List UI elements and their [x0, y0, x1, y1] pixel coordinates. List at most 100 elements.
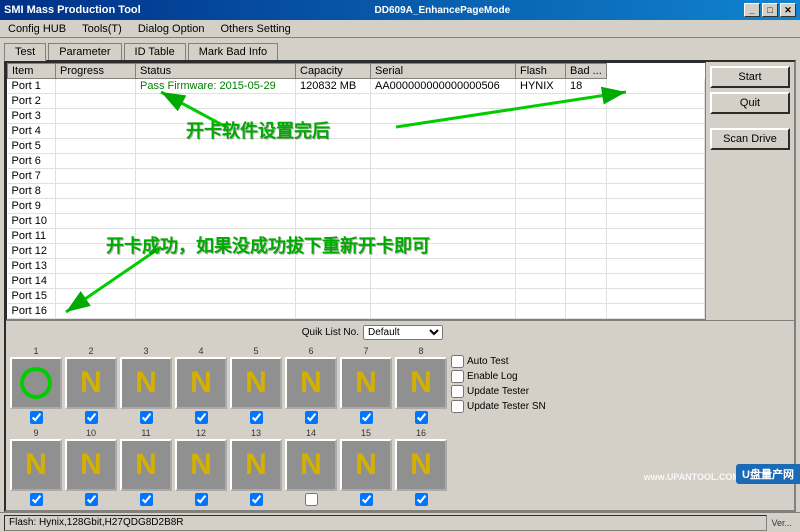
quit-button[interactable]: Quit — [710, 92, 790, 114]
port-icon[interactable]: N — [120, 439, 172, 491]
right-title: DD609A_EnhancePageMode — [375, 5, 511, 16]
col-item: Item — [8, 64, 56, 79]
port-n-indicator: N — [80, 450, 102, 480]
port-icon[interactable]: N — [395, 357, 447, 409]
port-checkbox[interactable] — [195, 493, 208, 506]
col-status: Status — [136, 64, 296, 79]
port-number-label: 16 — [416, 428, 426, 438]
port-n-indicator: N — [25, 450, 47, 480]
table-row: Port 6 — [8, 154, 705, 169]
port-number-label: 2 — [88, 346, 93, 356]
port-icon[interactable]: N — [340, 439, 392, 491]
table-row: Port 5 — [8, 139, 705, 154]
menu-others-setting[interactable]: Others Setting — [216, 22, 294, 36]
port-checkbox[interactable] — [85, 493, 98, 506]
table-row: Port 9 — [8, 199, 705, 214]
port-checkbox[interactable] — [360, 411, 373, 424]
port-checkbox[interactable] — [30, 411, 43, 424]
menu-dialog-option[interactable]: Dialog Option — [134, 22, 209, 36]
port-checkbox[interactable] — [85, 411, 98, 424]
port-cell: 8N — [395, 346, 447, 424]
tab-test[interactable]: Test — [4, 43, 46, 61]
update-tester-checkbox[interactable] — [451, 385, 464, 398]
port-checkbox[interactable] — [250, 493, 263, 506]
port-number-label: 8 — [418, 346, 423, 356]
checkbox-options: Auto Test Enable Log Update Tester Updat… — [451, 325, 551, 506]
port-number-label: 13 — [251, 428, 261, 438]
table-row: Port 4 — [8, 124, 705, 139]
main-panel: Item Progress Status Capacity Serial Fla… — [4, 60, 796, 512]
menu-bar: Config HUB Tools(T) Dialog Option Others… — [0, 20, 800, 38]
port-checkbox[interactable] — [305, 493, 318, 506]
enable-log-checkbox[interactable] — [451, 370, 464, 383]
start-button[interactable]: Start — [710, 66, 790, 88]
port-n-indicator: N — [135, 368, 157, 398]
port-n-indicator: N — [410, 450, 432, 480]
port-icon[interactable]: N — [340, 357, 392, 409]
version-text: Ver... — [767, 518, 796, 528]
port-checkbox[interactable] — [415, 493, 428, 506]
table-row: Port 2 — [8, 94, 705, 109]
menu-tools[interactable]: Tools(T) — [78, 22, 126, 36]
port-icon[interactable]: N — [285, 439, 337, 491]
port-checkbox[interactable] — [415, 411, 428, 424]
col-bad: Bad ... — [566, 64, 607, 79]
app-window: SMI Mass Production Tool DD609A_EnhanceP… — [0, 0, 800, 504]
port-icon[interactable]: N — [230, 357, 282, 409]
col-progress: Progress — [56, 64, 136, 79]
port-n-indicator: N — [190, 450, 212, 480]
port-number-label: 15 — [361, 428, 371, 438]
port-checkbox[interactable] — [250, 411, 263, 424]
port-number-label: 11 — [141, 428, 150, 438]
port-icon[interactable]: N — [395, 439, 447, 491]
port-cell: 12 N — [175, 428, 227, 506]
port-n-indicator: N — [355, 450, 377, 480]
port-cell: 14N — [285, 428, 337, 506]
port-icon[interactable]: N — [120, 357, 172, 409]
port-checkbox[interactable] — [305, 411, 318, 424]
port-number-label: 5 — [253, 346, 258, 356]
port-number-label: 12 — [196, 428, 206, 438]
port-icon[interactable]: N — [285, 357, 337, 409]
port-cell: 9N — [10, 428, 62, 506]
port-icon[interactable]: N — [175, 357, 227, 409]
port-cell: 16 N — [395, 428, 447, 506]
right-panel: Start Quit Scan Drive — [706, 62, 794, 320]
quik-select[interactable]: Default — [363, 325, 443, 340]
port-checkbox[interactable] — [140, 493, 153, 506]
port-checkbox[interactable] — [30, 493, 43, 506]
port-cell: 5N — [230, 346, 282, 424]
enable-log-row: Enable Log — [451, 370, 551, 383]
close-button[interactable]: ✕ — [780, 3, 796, 17]
port-table[interactable]: Item Progress Status Capacity Serial Fla… — [6, 62, 706, 320]
port-checkbox[interactable] — [360, 493, 373, 506]
port-cell: 15 N — [340, 428, 392, 506]
tab-mark-bad-info[interactable]: Mark Bad Info — [188, 43, 278, 61]
port-icon[interactable]: N — [65, 357, 117, 409]
tab-id-table[interactable]: ID Table — [124, 43, 186, 61]
port-icon[interactable]: N — [175, 439, 227, 491]
port-number-label: 7 — [363, 346, 368, 356]
col-serial: Serial — [371, 64, 516, 79]
tab-parameter[interactable]: Parameter — [48, 43, 121, 61]
port-icon[interactable] — [10, 357, 62, 409]
table-row: Port 11 — [8, 229, 705, 244]
app-title: SMI Mass Production Tool — [4, 4, 141, 16]
table-row: Port 7 — [8, 169, 705, 184]
port-checkbox[interactable] — [195, 411, 208, 424]
port-icon[interactable]: N — [230, 439, 282, 491]
port-row-1: 12N3N4N5N6N7N8N — [10, 346, 447, 424]
minimize-button[interactable]: _ — [744, 3, 760, 17]
port-checkbox[interactable] — [140, 411, 153, 424]
update-tester-sn-checkbox[interactable] — [451, 400, 464, 413]
port-icon[interactable]: N — [10, 439, 62, 491]
scan-drive-button[interactable]: Scan Drive — [710, 128, 790, 150]
tab-bar: Test Parameter ID Table Mark Bad Info — [0, 38, 800, 60]
auto-test-checkbox[interactable] — [451, 355, 464, 368]
menu-config-hub[interactable]: Config HUB — [4, 22, 70, 36]
port-n-indicator: N — [245, 368, 267, 398]
col-flash: Flash — [516, 64, 566, 79]
port-n-indicator: N — [410, 368, 432, 398]
maximize-button[interactable]: □ — [762, 3, 778, 17]
port-icon[interactable]: N — [65, 439, 117, 491]
